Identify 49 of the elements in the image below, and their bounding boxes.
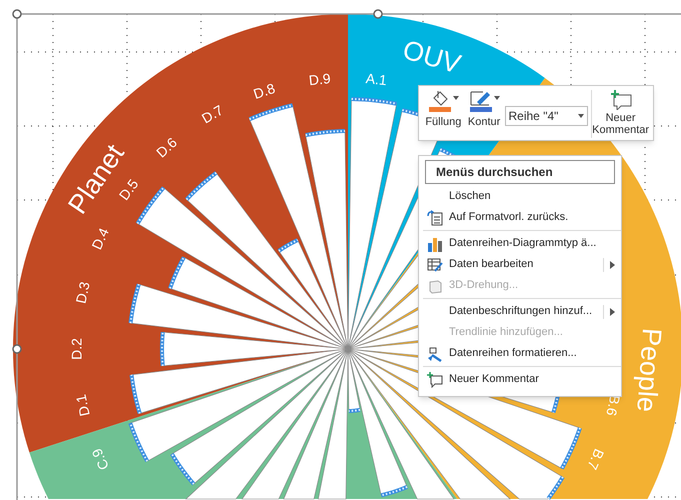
category-label: D.4 <box>88 225 112 252</box>
category-label: A.1 <box>365 70 388 88</box>
outline-button[interactable]: Kontur <box>464 90 504 130</box>
menu-item[interactable]: Datenreihen-Diagrammtyp ä... <box>423 233 621 254</box>
new-comment-button[interactable]: Neuer Kommentar <box>592 90 650 136</box>
reset-style-icon <box>427 210 443 226</box>
add-comment-icon <box>608 90 633 110</box>
caret-icon <box>452 96 459 100</box>
category-label: B.7 <box>584 446 608 472</box>
category-label: D.7 <box>198 102 226 126</box>
group-label: OUV <box>400 34 464 80</box>
caret-icon <box>494 96 500 100</box>
resize-handle[interactable] <box>12 9 22 19</box>
menu-item[interactable]: Löschen <box>423 186 621 207</box>
edit-table-icon <box>427 256 443 272</box>
chart-bar[interactable] <box>348 348 360 413</box>
chart-bar[interactable] <box>185 171 348 350</box>
resize-handle[interactable] <box>373 9 383 19</box>
chart-bar[interactable] <box>348 348 408 498</box>
resize-handle[interactable] <box>12 344 22 354</box>
dropdown-caret-icon <box>578 114 584 118</box>
menu-item[interactable]: Neuer Kommentar <box>423 369 621 390</box>
chart-bar[interactable] <box>168 256 348 350</box>
category-label: C.9 <box>88 446 112 473</box>
menu-item[interactable]: Datenbeschriftungen hinzuf... <box>423 301 621 322</box>
menu-search-field[interactable]: Menüs durchsuchen <box>425 160 615 184</box>
fill-button[interactable]: Füllung <box>423 90 464 130</box>
chart-bar[interactable] <box>278 238 348 350</box>
menu-item[interactable]: Datenreihen formatieren... <box>423 343 621 364</box>
chart-bar[interactable] <box>160 332 348 366</box>
category-label: D.9 <box>308 70 332 88</box>
format-brush-icon <box>427 346 443 362</box>
series-dropdown[interactable]: Reihe "4" <box>504 106 588 126</box>
bar-chart-icon <box>427 236 443 252</box>
add-comment-icon <box>427 372 443 388</box>
category-label: D.3 <box>72 280 93 305</box>
cube-icon <box>427 278 443 294</box>
category-label: D.6 <box>153 134 180 161</box>
chart-bar[interactable] <box>128 284 348 350</box>
category-label: D.1 <box>72 393 93 418</box>
chart-bar[interactable] <box>348 97 397 350</box>
group-label: People <box>631 327 668 414</box>
menu-item[interactable]: Auf Formatvorl. zurücks. <box>423 207 621 228</box>
chart-bar[interactable] <box>185 348 348 500</box>
submenu-arrow-icon <box>610 308 615 316</box>
category-label: D.8 <box>251 80 277 102</box>
submenu-arrow-icon <box>610 260 615 268</box>
category-label: D.2 <box>68 338 85 360</box>
menu-item[interactable]: Daten bearbeiten <box>423 254 621 275</box>
